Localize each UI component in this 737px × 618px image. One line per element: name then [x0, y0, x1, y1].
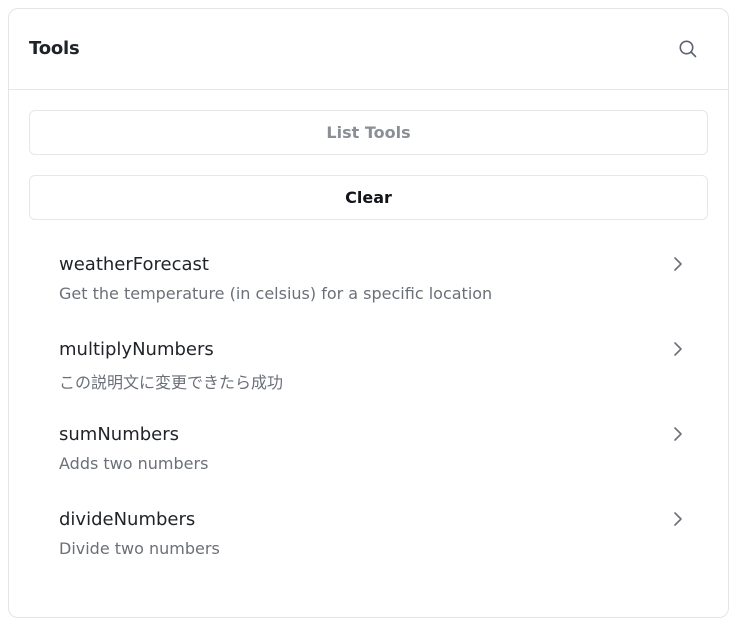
tool-item-multiply-numbers[interactable]: multiplyNumbers この説明文に変更できたら成功: [9, 326, 728, 411]
tool-description: この説明文に変更できたら成功: [59, 373, 284, 392]
tool-name: multiplyNumbers: [59, 339, 214, 360]
tool-name: sumNumbers: [59, 424, 180, 445]
tool-description: Divide two numbers: [59, 539, 220, 558]
search-button[interactable]: [675, 36, 701, 62]
chevron-right-icon: [671, 254, 685, 274]
chevron-right-icon: [671, 424, 685, 444]
panel-header: Tools: [9, 9, 728, 90]
search-icon: [679, 40, 697, 58]
chevron-right-icon: [671, 509, 685, 529]
tools-panel: Tools List Tools Clear weatherForecast G…: [8, 8, 729, 618]
panel-title: Tools: [29, 38, 80, 59]
tool-item-sum-numbers[interactable]: sumNumbers Adds two numbers: [9, 411, 728, 496]
tool-list: weatherForecast Get the temperature (in …: [9, 241, 728, 581]
tool-description: Adds two numbers: [59, 454, 209, 473]
tool-item-divide-numbers[interactable]: divideNumbers Divide two numbers: [9, 496, 728, 581]
tool-item-weather-forecast[interactable]: weatherForecast Get the temperature (in …: [9, 241, 728, 326]
tool-name: divideNumbers: [59, 509, 196, 530]
clear-button[interactable]: Clear: [29, 175, 708, 220]
list-tools-button[interactable]: List Tools: [29, 110, 708, 155]
tool-name: weatherForecast: [59, 254, 209, 275]
tool-description: Get the temperature (in celsius) for a s…: [59, 284, 493, 303]
chevron-right-icon: [671, 339, 685, 359]
